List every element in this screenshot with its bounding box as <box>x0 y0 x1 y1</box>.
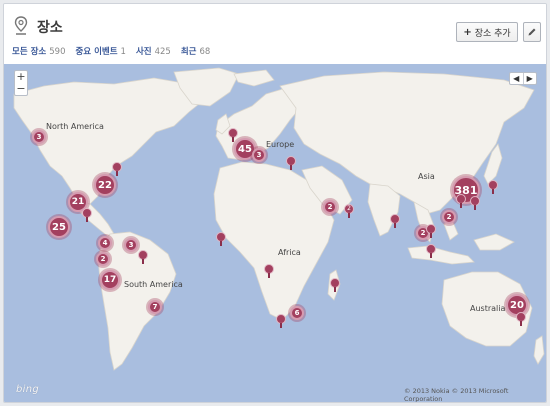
map-pin[interactable]: 2 <box>344 204 354 218</box>
stat-label: 모든 장소 <box>12 47 47 57</box>
map-pin[interactable] <box>112 162 122 176</box>
map-cluster[interactable]: 17 <box>100 270 120 290</box>
map-pin[interactable] <box>470 196 480 210</box>
map-pin[interactable] <box>138 250 148 264</box>
stats-bar: 모든 장소 590 중요 이벤트 1 사진 425 최근 68 <box>12 45 210 57</box>
map-pin[interactable] <box>330 278 340 292</box>
map-pin[interactable] <box>276 314 286 328</box>
plus-icon: + <box>463 26 472 38</box>
page-title: 장소 <box>37 20 63 36</box>
map-cluster[interactable]: 3 <box>32 130 46 144</box>
map-pin[interactable] <box>456 194 466 208</box>
next-button[interactable]: ▶ <box>522 73 537 84</box>
add-place-button[interactable]: + 장소 추가 <box>456 22 518 42</box>
map-pin-icon <box>14 16 28 35</box>
stat-label: 사진 <box>135 47 152 57</box>
stat-count: 590 <box>49 47 66 57</box>
stat-all-places[interactable]: 모든 장소 590 <box>12 45 65 57</box>
map-pin[interactable] <box>426 224 436 238</box>
zoom-out-button[interactable]: − <box>15 83 27 95</box>
map-pin[interactable] <box>82 208 92 222</box>
zoom-control: + − <box>14 70 28 96</box>
map-copyright: © 2013 Nokia © 2013 Microsoft Corporatio… <box>404 387 509 403</box>
stat-photos[interactable]: 사진 425 <box>136 45 171 57</box>
map-pin[interactable] <box>488 180 498 194</box>
world-map[interactable]: + − ◀ ▶ North America Europe Asia Africa… <box>4 64 546 403</box>
map-pin[interactable] <box>390 214 400 228</box>
label-asia: Asia <box>418 172 435 181</box>
label-south-america: South America <box>124 280 183 289</box>
edit-button[interactable] <box>523 22 541 42</box>
map-cluster[interactable]: 2 <box>323 200 337 214</box>
stat-label: 최근 <box>180 47 197 57</box>
panel-header: 장소 + 장소 추가 모든 장소 590 중요 이벤트 1 사진 425 최근 68 <box>4 4 546 66</box>
places-panel: 장소 + 장소 추가 모든 장소 590 중요 이벤트 1 사진 425 최근 68 <box>3 3 547 403</box>
map-cluster[interactable]: 2 <box>442 210 456 224</box>
stat-count: 68 <box>199 47 211 57</box>
label-africa: Africa <box>278 248 301 257</box>
map-pin[interactable] <box>426 244 436 258</box>
map-cluster[interactable]: 2 <box>96 252 110 266</box>
map-pin[interactable] <box>216 232 226 246</box>
stat-count: 425 <box>154 47 171 57</box>
label-north-america: North America <box>46 122 104 131</box>
stat-count: 1 <box>120 47 126 57</box>
stat-recent[interactable]: 최근 68 <box>181 45 210 57</box>
pencil-icon <box>528 28 536 36</box>
label-europe: Europe <box>266 140 295 149</box>
map-cluster[interactable]: 3 <box>124 238 138 252</box>
map-cluster[interactable]: 4 <box>98 236 112 250</box>
map-pin[interactable] <box>228 128 238 142</box>
prev-button[interactable]: ◀ <box>510 73 523 84</box>
stat-life-events[interactable]: 중요 이벤트 1 <box>75 45 125 57</box>
map-pin[interactable] <box>516 312 526 326</box>
map-cluster[interactable]: 25 <box>48 216 70 238</box>
map-cluster[interactable]: 6 <box>290 306 304 320</box>
map-cluster[interactable]: 3 <box>252 148 266 162</box>
bing-logo: bing <box>16 384 40 395</box>
map-pager: ◀ ▶ <box>509 72 537 85</box>
map-pin[interactable] <box>264 264 274 278</box>
map-cluster[interactable]: 7 <box>148 300 162 314</box>
add-place-label: 장소 추가 <box>474 28 511 39</box>
stat-label: 중요 이벤트 <box>75 47 118 57</box>
map-cluster[interactable]: 22 <box>94 174 116 196</box>
map-landmass <box>13 67 545 371</box>
label-australia: Australia <box>470 304 506 313</box>
map-pin[interactable] <box>286 156 296 170</box>
